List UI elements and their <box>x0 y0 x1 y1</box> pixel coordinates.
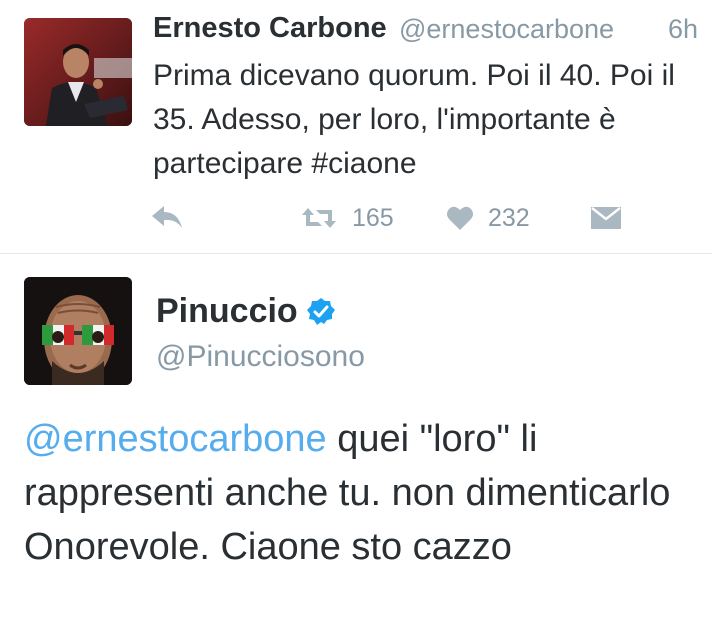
envelope-icon <box>591 207 621 229</box>
reply-button[interactable] <box>150 198 184 238</box>
avatar[interactable] <box>24 18 132 126</box>
like-button[interactable]: 232 <box>446 198 530 238</box>
heart-icon <box>447 206 473 230</box>
like-count: 232 <box>488 203 530 232</box>
reply-icon <box>152 206 182 228</box>
retweet-icon <box>302 208 336 228</box>
tweet-header: Ernesto Carbone @ernestocarbone 6h <box>153 12 698 52</box>
author-handle[interactable]: @Pinucciosono <box>156 340 365 374</box>
author-name-row: Pinuccio <box>156 292 336 331</box>
avatar-photo <box>24 18 132 126</box>
mention-link[interactable]: @ernestocarbone <box>24 418 327 460</box>
avatar-photo <box>24 277 132 385</box>
avatar[interactable] <box>24 277 132 385</box>
author-name[interactable]: Pinuccio <box>156 292 298 331</box>
tweet-card[interactable]: Ernesto Carbone @ernestocarbone 6h Prima… <box>0 0 712 254</box>
retweet-button[interactable]: 165 <box>300 198 394 238</box>
author-name[interactable]: Ernesto Carbone <box>153 12 387 45</box>
retweet-count: 165 <box>352 203 394 232</box>
tweet-actions: 165 232 <box>0 198 712 238</box>
tweet-text: Prima dicevano quorum. Poi il 40. Poi il… <box>153 59 675 180</box>
tweet-text: @ernestocarbone quei "loro" li rappresen… <box>24 412 694 574</box>
tweet-timestamp[interactable]: 6h <box>668 14 698 45</box>
direct-message-button[interactable] <box>590 198 622 238</box>
verified-badge-icon <box>306 297 335 325</box>
author-handle[interactable]: @ernestocarbone <box>399 14 614 45</box>
